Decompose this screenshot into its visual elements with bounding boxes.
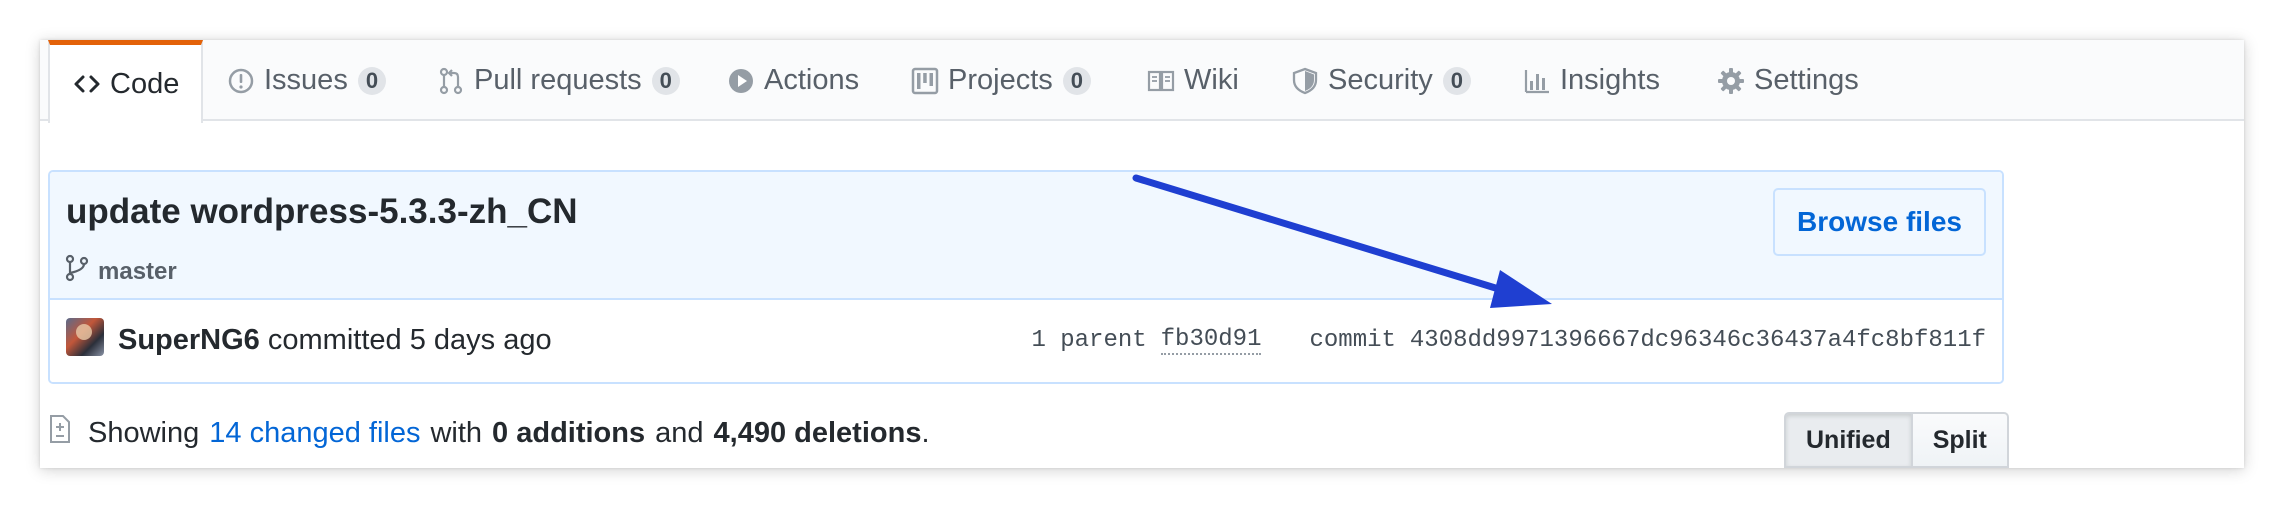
tab-insights[interactable]: Insights <box>1522 40 1660 121</box>
sha-block: 1 parent fb30d91 commit 4308dd9971396667… <box>1031 326 1986 355</box>
tab-pull-requests[interactable]: Pull requests 0 <box>436 40 680 121</box>
diff-view-toggle: Unified Split <box>1784 412 2009 468</box>
repo-nav-tabs: Code Issues 0 Pull requests 0 Actions Pr… <box>40 40 2244 123</box>
split-button[interactable]: Split <box>1912 412 2009 468</box>
tab-wiki-label: Wiki <box>1184 64 1239 96</box>
branch-icon <box>64 254 98 289</box>
changed-files-link[interactable]: 14 changed files <box>209 417 420 450</box>
avatar[interactable] <box>66 318 104 356</box>
browse-files-button[interactable]: Browse files <box>1773 188 1986 256</box>
commit-header: update wordpress-5.3.3-zh_CN master Brow… <box>50 172 2002 300</box>
book-icon <box>1146 66 1176 96</box>
tab-actions[interactable]: Actions <box>726 40 859 121</box>
committed-text: committed 5 days ago <box>267 324 552 356</box>
tab-issues[interactable]: Issues 0 <box>226 40 387 121</box>
period-text: . <box>921 416 930 449</box>
issues-counter: 0 <box>357 66 387 95</box>
project-icon <box>910 66 940 96</box>
tab-insights-label: Insights <box>1560 64 1660 96</box>
tab-issues-label: Issues <box>264 64 348 96</box>
tab-projects-label: Projects <box>948 64 1053 96</box>
tab-projects[interactable]: Projects 0 <box>910 40 1092 121</box>
code-icon <box>72 69 102 99</box>
pull-request-icon <box>436 66 466 96</box>
pull-requests-counter: 0 <box>651 66 680 95</box>
diff-summary: Showing 14 changed files with 0 addition… <box>48 414 930 452</box>
tab-pull-requests-label: Pull requests <box>474 64 642 96</box>
shield-icon <box>1290 66 1320 96</box>
deletions-count: 4,490 deletions <box>713 416 922 449</box>
and-text: and <box>655 416 704 449</box>
parent-sha-link[interactable]: fb30d91 <box>1160 326 1262 355</box>
commit-meta: SuperNG6 committed 5 days ago 1 parent f… <box>50 302 2002 382</box>
commit-box: update wordpress-5.3.3-zh_CN master Brow… <box>48 170 2004 384</box>
security-counter: 0 <box>1442 66 1472 95</box>
tab-settings-label: Settings <box>1754 64 1859 96</box>
branch-name[interactable]: master <box>98 258 177 286</box>
with-text: with <box>430 416 483 449</box>
tab-wiki[interactable]: Wiki <box>1146 40 1239 121</box>
tab-actions-label: Actions <box>764 64 860 96</box>
additions-count: 0 additions <box>492 416 646 449</box>
tab-code[interactable]: Code <box>48 40 204 123</box>
commit-title: update wordpress-5.3.3-zh_CN <box>66 192 578 231</box>
play-icon <box>726 66 756 96</box>
tab-settings[interactable]: Settings <box>1716 40 1859 121</box>
commit-label: commit <box>1309 327 1396 354</box>
parent-label: 1 parent <box>1031 327 1147 354</box>
diff-icon <box>48 414 88 452</box>
tab-security-label: Security <box>1328 64 1433 96</box>
branch-indicator: master <box>64 254 177 289</box>
gear-icon <box>1716 66 1746 96</box>
tab-code-label: Code <box>110 67 180 100</box>
unified-button[interactable]: Unified <box>1784 412 1913 468</box>
issue-icon <box>226 66 256 96</box>
projects-counter: 0 <box>1062 66 1092 95</box>
graph-icon <box>1522 66 1552 96</box>
author-line: SuperNG6 committed 5 days ago <box>118 324 552 357</box>
showing-text: Showing <box>88 416 200 449</box>
author-link[interactable]: SuperNG6 <box>118 324 260 356</box>
browser-viewport: Code Issues 0 Pull requests 0 Actions Pr… <box>40 40 2244 468</box>
tab-security[interactable]: Security 0 <box>1290 40 1472 121</box>
commit-sha: 4308dd9971396667dc96346c36437a4fc8bf811f <box>1409 327 1986 354</box>
